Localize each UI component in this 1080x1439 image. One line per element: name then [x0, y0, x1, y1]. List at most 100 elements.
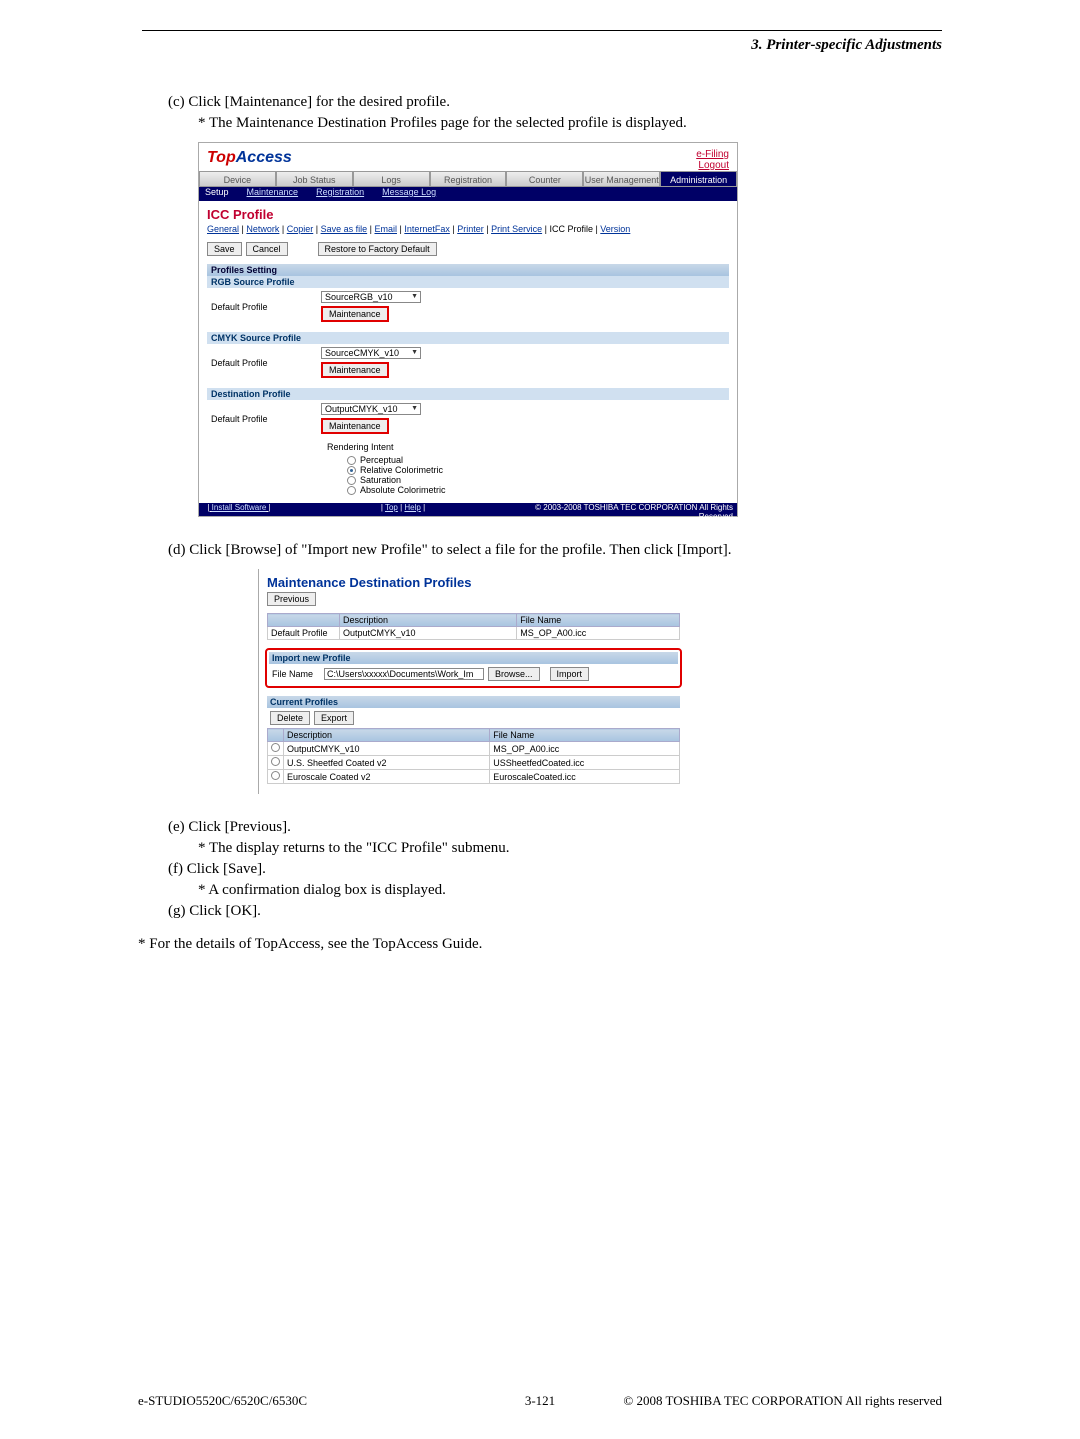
tab-counter[interactable]: Counter — [506, 171, 583, 187]
sublink-printer[interactable]: Printer — [457, 224, 484, 234]
sublink-saveasfile[interactable]: Save as file — [321, 224, 368, 234]
profile-radio-2[interactable] — [271, 771, 280, 780]
radio-perceptual[interactable] — [347, 456, 356, 465]
col-filename: File Name — [517, 614, 680, 627]
cmyk-section-head: CMYK Source Profile — [207, 332, 729, 344]
tab-jobstatus[interactable]: Job Status — [276, 171, 353, 187]
col-description: Description — [340, 614, 517, 627]
dest-profile-dropdown[interactable]: OutputCMYK_v10 — [321, 403, 421, 415]
label-perceptual: Perceptual — [360, 455, 403, 465]
step-c: (c) Click [Maintenance] for the desired … — [168, 94, 942, 111]
current-profile-row: U.S. Sheetfed Coated v2 USSheetfedCoated… — [268, 756, 680, 770]
sublink-copier[interactable]: Copier — [287, 224, 314, 234]
footer-model: e-STUDIO5520C/6520C/6530C — [138, 1393, 307, 1409]
sublink-printservice[interactable]: Print Service — [491, 224, 542, 234]
rgb-maintenance-button[interactable]: Maintenance — [321, 306, 389, 322]
cp-file-1: USSheetfedCoated.icc — [490, 756, 680, 770]
export-button[interactable]: Export — [314, 711, 354, 725]
sublink-email[interactable]: Email — [374, 224, 397, 234]
footer-page: 3-121 — [525, 1393, 555, 1409]
ref-topaccess-guide: * For the details of TopAccess, see the … — [138, 936, 942, 953]
delete-button[interactable]: Delete — [270, 711, 310, 725]
subtab-registration[interactable]: Registration — [316, 187, 364, 201]
icc-sublinks: General | Network | Copier | Save as fil… — [207, 224, 729, 234]
label-relative: Relative Colorimetric — [360, 465, 443, 475]
tab-administration[interactable]: Administration — [660, 171, 737, 187]
step-d: (d) Click [Browse] of "Import new Profil… — [168, 542, 942, 559]
subtab-messagelog[interactable]: Message Log — [382, 187, 436, 201]
cancel-button[interactable]: Cancel — [246, 242, 288, 256]
radio-absolute[interactable] — [347, 486, 356, 495]
main-tabs: Device Job Status Logs Registration Coun… — [199, 171, 737, 187]
cp-desc-1: U.S. Sheetfed Coated v2 — [284, 756, 490, 770]
filename-label: File Name — [272, 669, 320, 679]
efiling-link[interactable]: e-Filing — [696, 149, 729, 160]
current-profiles-head: Current Profiles — [267, 696, 680, 708]
tab-logs[interactable]: Logs — [353, 171, 430, 187]
mdp-title: Maintenance Destination Profiles — [267, 575, 680, 590]
import-button[interactable]: Import — [550, 667, 590, 681]
profile-radio-0[interactable] — [271, 743, 280, 752]
step-e: (e) Click [Previous]. — [168, 819, 942, 836]
cmyk-maintenance-button[interactable]: Maintenance — [321, 362, 389, 378]
step-g: (g) Click [OK]. — [168, 903, 942, 920]
cp-col-filename: File Name — [490, 729, 680, 742]
default-profile-label: Default Profile — [268, 627, 340, 640]
cmyk-profile-dropdown[interactable]: SourceCMYK_v10 — [321, 347, 421, 359]
default-profile-file: MS_OP_A00.icc — [517, 627, 680, 640]
cp-file-0: MS_OP_A00.icc — [490, 742, 680, 756]
step-f: (f) Click [Save]. — [168, 861, 942, 878]
topaccess-logo: TopAccess — [207, 149, 292, 167]
top-link[interactable]: Top — [385, 503, 398, 512]
sublink-network[interactable]: Network — [246, 224, 279, 234]
dest-default-label: Default Profile — [211, 414, 321, 424]
browse-button[interactable]: Browse... — [488, 667, 540, 681]
profiles-setting-head: Profiles Setting — [207, 264, 729, 276]
install-software-link[interactable]: Install Software — [212, 503, 267, 512]
current-profile-row: OutputCMYK_v10 MS_OP_A00.icc — [268, 742, 680, 756]
step-f-note: * A confirmation dialog box is displayed… — [198, 882, 942, 899]
sublink-version[interactable]: Version — [600, 224, 630, 234]
import-head: Import new Profile — [269, 652, 678, 664]
mdp-screenshot: Maintenance Destination Profiles Previou… — [198, 569, 942, 794]
icc-profile-title: ICC Profile — [207, 207, 729, 222]
radio-relative[interactable] — [347, 466, 356, 475]
file-path-input[interactable]: C:\Users\xxxxx\Documents\Work_Im — [324, 668, 484, 680]
footer-copyright: © 2008 TOSHIBA TEC CORPORATION All right… — [623, 1393, 942, 1409]
chapter-title: 3. Printer-specific Adjustments — [138, 37, 942, 54]
cp-col-description: Description — [284, 729, 490, 742]
tab-device[interactable]: Device — [199, 171, 276, 187]
help-link[interactable]: Help — [404, 503, 420, 512]
save-button[interactable]: Save — [207, 242, 242, 256]
topaccess-footer: | Install Software | | Top | Help | © 20… — [199, 503, 737, 516]
restore-button[interactable]: Restore to Factory Default — [318, 242, 437, 256]
default-profile-desc: OutputCMYK_v10 — [340, 627, 517, 640]
step-e-note: * The display returns to the "ICC Profil… — [198, 840, 942, 857]
sublink-general[interactable]: General — [207, 224, 239, 234]
header-rule — [142, 30, 942, 31]
document-page: 3. Printer-specific Adjustments (c) Clic… — [0, 0, 1080, 1439]
sublink-internetfax[interactable]: InternetFax — [404, 224, 450, 234]
sublink-iccprofile[interactable]: ICC Profile — [549, 224, 593, 234]
rgb-profile-dropdown[interactable]: SourceRGB_v10 — [321, 291, 421, 303]
logout-link[interactable]: Logout — [696, 160, 729, 171]
rgb-default-label: Default Profile — [211, 302, 321, 312]
label-saturation: Saturation — [360, 475, 401, 485]
cp-desc-2: Euroscale Coated v2 — [284, 770, 490, 784]
import-section: Import new Profile File Name C:\Users\xx… — [267, 650, 680, 686]
label-absolute: Absolute Colorimetric — [360, 485, 446, 495]
profile-radio-1[interactable] — [271, 757, 280, 766]
dest-section-head: Destination Profile — [207, 388, 729, 400]
dest-maintenance-button[interactable]: Maintenance — [321, 418, 389, 434]
sub-tabs: Setup Maintenance Registration Message L… — [199, 187, 737, 201]
tab-registration[interactable]: Registration — [430, 171, 507, 187]
previous-button[interactable]: Previous — [267, 592, 316, 606]
rendering-intent-label: Rendering Intent — [327, 442, 729, 452]
current-profile-row: Euroscale Coated v2 EuroscaleCoated.icc — [268, 770, 680, 784]
tab-usermgmt[interactable]: User Management — [583, 171, 660, 187]
cp-file-2: EuroscaleCoated.icc — [490, 770, 680, 784]
subtab-maintenance[interactable]: Maintenance — [247, 187, 299, 201]
radio-saturation[interactable] — [347, 476, 356, 485]
cp-desc-0: OutputCMYK_v10 — [284, 742, 490, 756]
subtab-setup[interactable]: Setup — [205, 187, 229, 201]
